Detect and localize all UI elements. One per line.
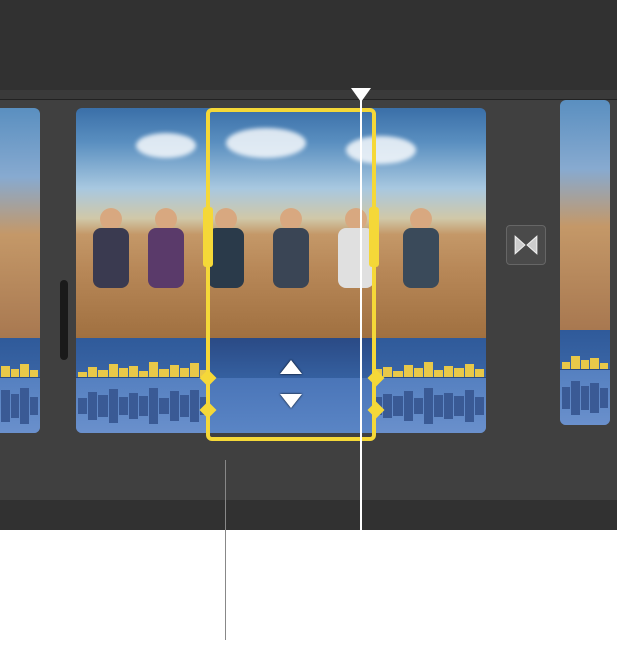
callout-leader-line (225, 460, 226, 640)
transition-badge[interactable] (506, 225, 546, 265)
timeline[interactable] (0, 90, 617, 500)
playhead[interactable] (360, 90, 362, 650)
arrow-down-icon (280, 394, 302, 408)
clip-thumbnail-right[interactable] (560, 100, 610, 425)
transition-bowtie-icon (513, 232, 539, 258)
speed-increase-button[interactable] (280, 360, 302, 374)
waveform-icon (0, 386, 40, 426)
editor-frame (0, 0, 617, 530)
waveform-icon (560, 378, 610, 418)
clip-video-thumb[interactable] (0, 108, 40, 338)
clip-video-thumb[interactable] (560, 100, 610, 330)
clip-thumbnail-main[interactable] (76, 108, 486, 433)
timeline-ruler[interactable] (0, 90, 617, 100)
waveform-icon (560, 351, 610, 369)
waveform-icon (0, 359, 40, 377)
speed-decrease-button[interactable] (280, 394, 302, 408)
arrow-up-icon (280, 360, 302, 374)
playhead-marker-icon[interactable] (351, 88, 371, 102)
clip-audio-track[interactable] (560, 330, 610, 425)
clip-audio-track[interactable] (0, 338, 40, 433)
clips-row (0, 100, 617, 440)
toolbar-area (0, 0, 617, 40)
thumbnail-scene (126, 128, 446, 188)
clip-thumbnail-left[interactable] (0, 108, 40, 433)
clip-video-thumb[interactable] (76, 108, 486, 338)
clip-edge-handle[interactable] (60, 280, 68, 360)
